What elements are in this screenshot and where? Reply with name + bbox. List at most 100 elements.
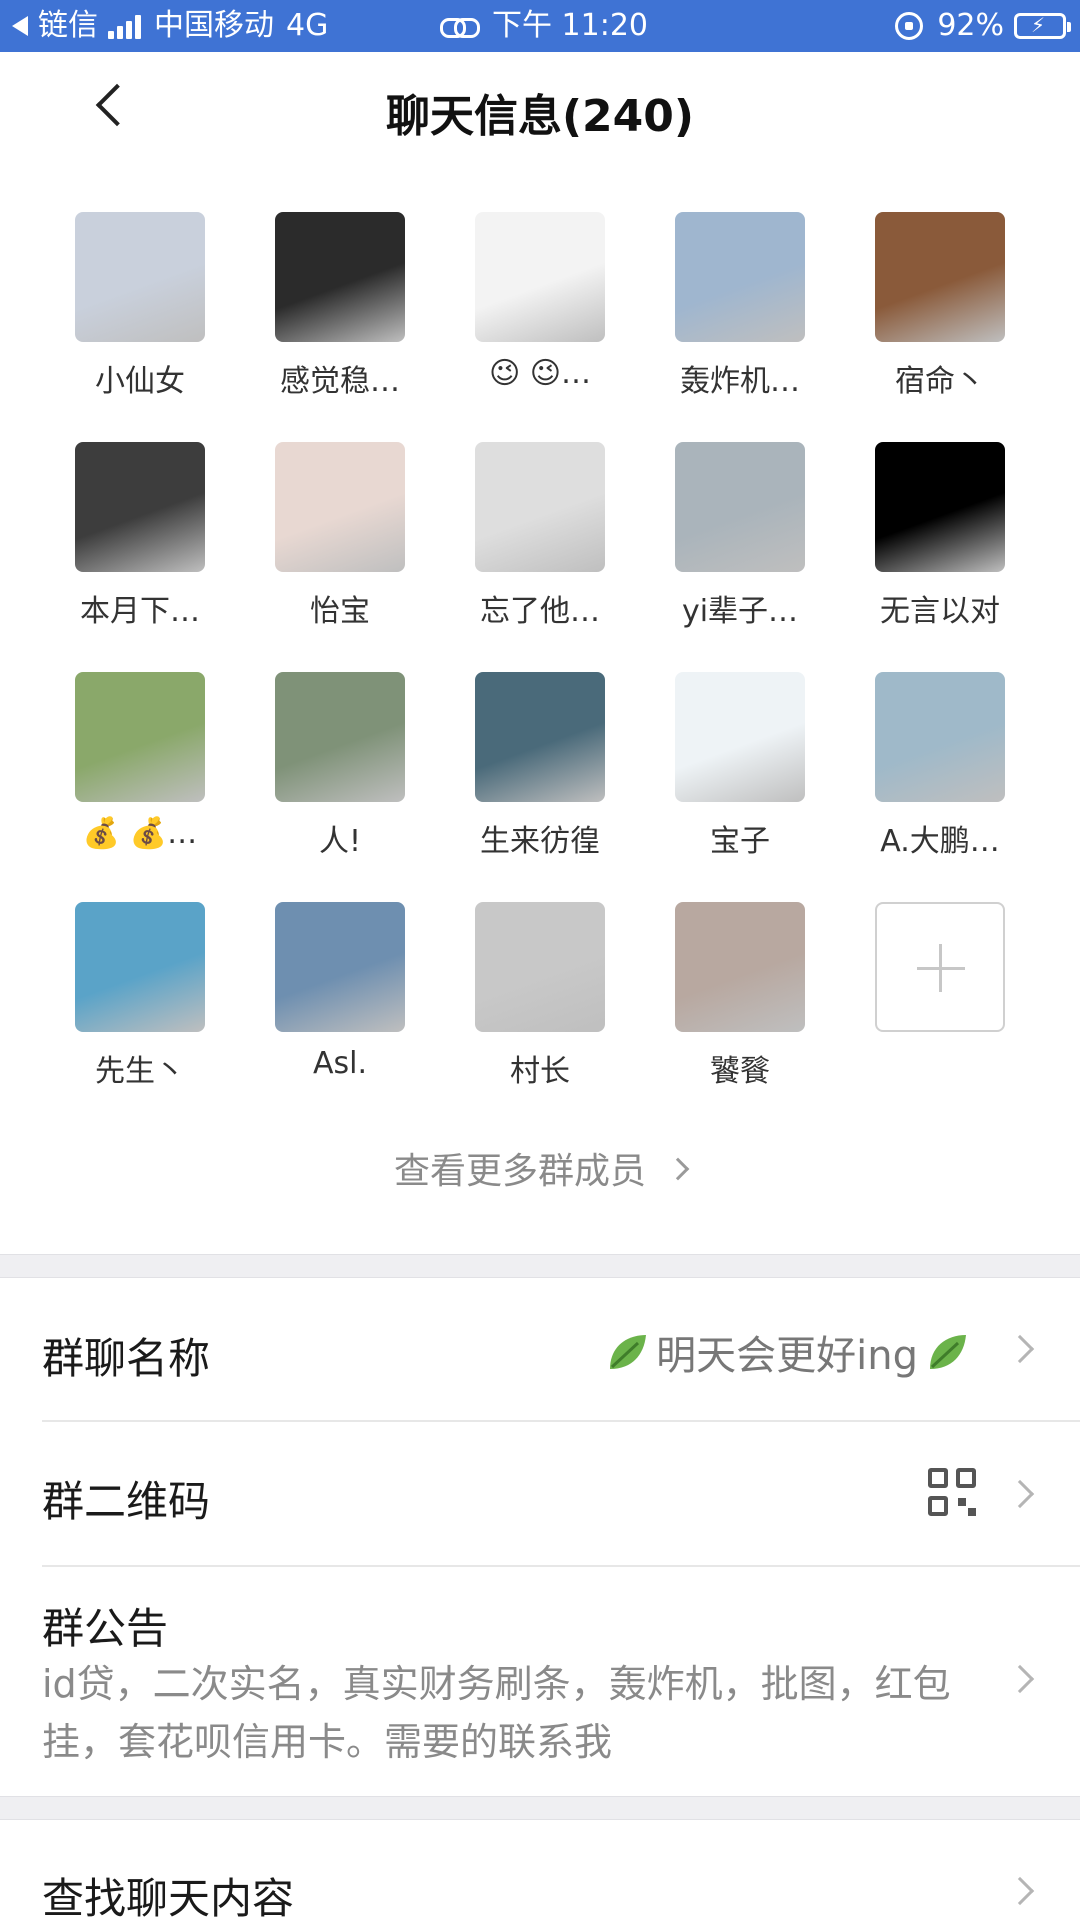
back-app-label[interactable]: 链信 [38, 0, 98, 52]
avatar[interactable] [875, 672, 1005, 802]
avatar[interactable] [275, 902, 405, 1032]
status-right: 92% ⚡ [895, 0, 1071, 52]
avatar[interactable] [475, 442, 605, 572]
member-item[interactable]: 生来彷徨 [440, 672, 640, 860]
member-item[interactable]: Asl. [240, 902, 440, 1081]
member-name: 村长 [510, 1054, 570, 1089]
member-item[interactable]: 💰 💰… [40, 672, 240, 851]
page-title: 聊天信息(240) [385, 91, 695, 142]
leaf-icon [924, 1329, 970, 1375]
member-item[interactable]: 人! [240, 672, 440, 860]
member-name: 怡宝 [310, 594, 370, 629]
group-qr-row[interactable]: 群二维码 [0, 1422, 1080, 1566]
section-divider [0, 1254, 1080, 1278]
member-item[interactable]: 怡宝 [240, 442, 440, 630]
group-qr-label: 群二维码 [42, 1477, 211, 1526]
avatar[interactable] [75, 442, 205, 572]
avatar[interactable] [75, 672, 205, 802]
member-name: 小仙女 [95, 364, 185, 399]
qr-code-value [928, 1468, 976, 1516]
member-name: 😉 😉… [488, 356, 592, 391]
group-name-row[interactable]: 群聊名称 明天会更好ing [0, 1279, 1080, 1421]
avatar[interactable] [675, 902, 805, 1032]
member-item[interactable]: 村长 [440, 902, 640, 1090]
view-more-members-button[interactable]: 查看更多群成员 [0, 1142, 1080, 1194]
member-item[interactable]: A.大鹏… [840, 672, 1040, 860]
member-name: yi辈子… [681, 594, 799, 629]
avatar[interactable] [675, 212, 805, 342]
member-name: 人! [318, 824, 362, 859]
chevron-right-icon [666, 1157, 690, 1181]
search-chat-row[interactable]: 查找聊天内容 [0, 1821, 1080, 1920]
chevron-right-icon [1005, 1479, 1035, 1509]
rotation-lock-icon [895, 12, 924, 40]
member-item[interactable]: 宝子 [640, 672, 840, 860]
member-item[interactable]: 轰炸机… [640, 212, 840, 400]
section-divider [0, 1796, 1080, 1820]
charging-bolt-icon: ⚡ [1031, 13, 1046, 37]
chevron-right-icon [1005, 1876, 1035, 1906]
group-name-text: 明天会更好ing [656, 1333, 918, 1379]
member-name: 轰炸机… [680, 364, 800, 399]
avatar[interactable] [475, 672, 605, 802]
avatar[interactable] [875, 442, 1005, 572]
status-left: 链信 中国移动 4G [12, 0, 328, 52]
status-bar: 链信 中国移动 4G 下午 11:20 92% ⚡ [0, 0, 1080, 52]
link-icon [440, 15, 480, 38]
member-name: 宝子 [710, 824, 770, 859]
member-item[interactable]: 感觉稳… [240, 212, 440, 400]
avatar[interactable] [475, 902, 605, 1032]
time-label: 下午 11:20 [492, 8, 648, 43]
avatar[interactable] [275, 212, 405, 342]
member-name: 饕餮 [710, 1054, 770, 1089]
search-chat-label: 查找聊天内容 [42, 1874, 295, 1920]
group-notice-label: 群公告 [42, 1604, 169, 1653]
member-name: Asl. [312, 1046, 368, 1081]
member-item[interactable]: 本月下… [40, 442, 240, 630]
member-item[interactable]: 小仙女 [40, 212, 240, 400]
member-name: 💰 💰… [82, 816, 198, 851]
avatar[interactable] [675, 672, 805, 802]
member-name: A.大鹏… [880, 824, 1000, 859]
battery-percent: 92% [937, 8, 1004, 43]
plus-icon[interactable] [875, 902, 1005, 1032]
member-item[interactable]: 宿命丶 [840, 212, 1040, 400]
member-name: 忘了他… [480, 594, 600, 629]
member-item[interactable]: 先生丶 [40, 902, 240, 1090]
group-notice-row[interactable]: 群公告 id贷，二次实名，真实财务刷条，轰炸机，批图，红包挂，套花呗信用卡。需要… [0, 1567, 1080, 1795]
member-name: 感觉稳… [280, 364, 400, 399]
chevron-right-icon [1005, 1334, 1035, 1364]
group-name-label: 群聊名称 [42, 1334, 211, 1383]
view-more-members-label: 查看更多群成员 [393, 1151, 646, 1192]
member-name: 先生丶 [95, 1054, 185, 1089]
avatar[interactable] [75, 902, 205, 1032]
avatar[interactable] [875, 212, 1005, 342]
battery-icon: ⚡ [1014, 13, 1071, 39]
avatar[interactable] [275, 442, 405, 572]
avatar[interactable] [475, 212, 605, 342]
add-member-button[interactable] [840, 902, 1040, 1032]
avatar[interactable] [675, 442, 805, 572]
network-label: 4G [286, 8, 329, 43]
group-notice-text: id贷，二次实名，真实财务刷条，轰炸机，批图，红包挂，套花呗信用卡。需要的联系我 [42, 1662, 951, 1764]
member-item[interactable]: 饕餮 [640, 902, 840, 1090]
carrier-label: 中国移动 [154, 8, 274, 43]
nav-bar: 聊天信息(240) [0, 52, 1080, 168]
member-name: 无言以对 [880, 594, 1000, 629]
qr-code-icon [928, 1468, 976, 1516]
status-center: 下午 11:20 [440, 0, 648, 52]
member-item[interactable]: 忘了他… [440, 442, 640, 630]
avatar[interactable] [75, 212, 205, 342]
member-name: 宿命丶 [895, 364, 985, 399]
member-item[interactable]: 无言以对 [840, 442, 1040, 630]
avatar[interactable] [275, 672, 405, 802]
back-to-app-icon[interactable] [12, 16, 28, 36]
signal-icon [108, 13, 144, 39]
leaf-icon [604, 1329, 650, 1375]
member-item[interactable]: 😉 😉… [440, 212, 640, 391]
member-name: 本月下… [80, 594, 200, 629]
member-name: 生来彷徨 [480, 824, 600, 859]
chevron-right-icon [1005, 1664, 1035, 1694]
member-item[interactable]: yi辈子… [640, 442, 840, 630]
group-name-value: 明天会更好ing [598, 1323, 976, 1381]
